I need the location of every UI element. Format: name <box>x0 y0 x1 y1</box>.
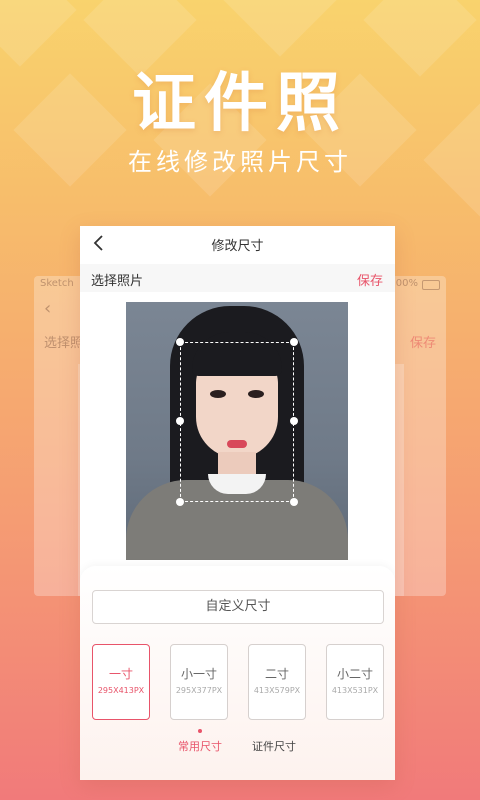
battery-icon <box>422 280 440 290</box>
bg-select-photo-label: 选择照 <box>44 336 84 351</box>
size-name: 小一寸 <box>180 667 217 681</box>
phone-screen: 修改尺寸 选择照片 保存 自定义尺寸 一寸 295X413PX 小一寸 295X… <box>80 226 395 780</box>
size-name: 一寸 <box>108 667 133 681</box>
crop-handle-bottom-left[interactable] <box>176 498 184 506</box>
size-option-4[interactable]: 小二寸 413X531PX <box>326 644 384 720</box>
hero-title: 证件照 <box>132 67 348 141</box>
size-name: 小二寸 <box>336 667 373 681</box>
size-option-2[interactable]: 小一寸 295X377PX <box>170 644 228 720</box>
crop-handle-left[interactable] <box>176 417 184 425</box>
bg-back-icon: ‹ <box>44 298 52 319</box>
size-bottom-sheet: 自定义尺寸 一寸 295X413PX 小一寸 295X377PX 二寸 413X… <box>80 566 395 780</box>
crop-handle-top-right[interactable] <box>290 338 298 346</box>
size-dims: 413X531PX <box>331 686 379 695</box>
custom-size-button[interactable]: 自定义尺寸 <box>92 590 384 624</box>
photo-action-bar: 选择照片 保存 <box>80 264 395 292</box>
crop-handle-right[interactable] <box>290 417 298 425</box>
size-option-1[interactable]: 一寸 295X413PX <box>92 644 150 720</box>
crop-handle-bottom-right[interactable] <box>290 498 298 506</box>
select-photo-button[interactable]: 选择照片 <box>91 270 143 289</box>
top-bar: 修改尺寸 <box>80 226 395 260</box>
size-option-3[interactable]: 二寸 413X579PX <box>248 644 306 720</box>
active-tab-indicator <box>198 729 202 733</box>
size-name: 二寸 <box>264 667 289 681</box>
bg-save-label: 保存 <box>409 336 436 351</box>
size-dims: 295X377PX <box>175 686 223 695</box>
tab-id-sizes[interactable]: 证件尺寸 <box>252 738 296 754</box>
crop-frame[interactable] <box>176 338 298 506</box>
hero-subtitle: 在线修改照片尺寸 <box>128 148 352 176</box>
size-dims: 413X579PX <box>253 686 301 695</box>
page-title: 修改尺寸 <box>211 239 264 254</box>
tab-common-sizes[interactable]: 常用尺寸 <box>178 738 222 754</box>
crop-handle-top-left[interactable] <box>176 338 184 346</box>
save-button[interactable]: 保存 <box>357 270 383 289</box>
size-dims: 295X413PX <box>97 686 145 695</box>
bg-status-carrier: Sketch <box>40 278 74 289</box>
